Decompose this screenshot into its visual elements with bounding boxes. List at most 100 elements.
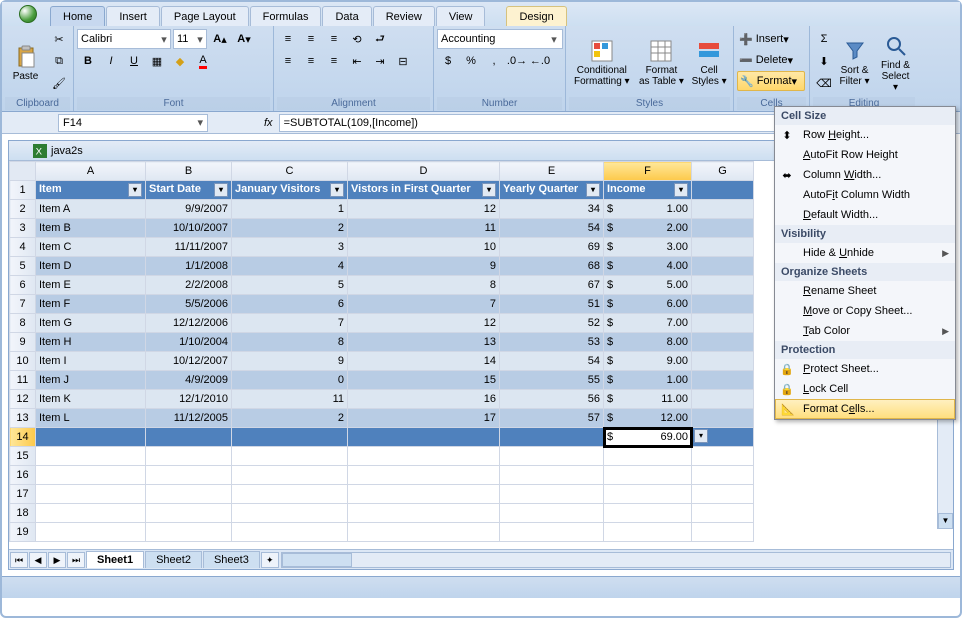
cell[interactable]: Item D <box>36 257 146 276</box>
cell[interactable] <box>348 523 500 542</box>
cell[interactable]: Item H <box>36 333 146 352</box>
cell[interactable]: 10/10/2007 <box>146 219 232 238</box>
menu-default-width[interactable]: Default Width... <box>775 205 955 225</box>
dropdown-icon[interactable]: ▾ <box>694 429 708 443</box>
cell[interactable]: 11/11/2007 <box>146 238 232 257</box>
cell[interactable]: 5 <box>232 276 348 295</box>
cell[interactable]: 8 <box>348 276 500 295</box>
cell[interactable] <box>692 352 754 371</box>
horizontal-scrollbar[interactable] <box>281 552 951 568</box>
cell[interactable]: 55 <box>500 371 604 390</box>
tab-data[interactable]: Data <box>322 6 371 26</box>
cell[interactable]: 8 <box>232 333 348 352</box>
font-color-button[interactable]: A <box>192 51 214 71</box>
cell[interactable]: 67 <box>500 276 604 295</box>
tab-review[interactable]: Review <box>373 6 435 26</box>
align-top-button[interactable]: ≡ <box>277 29 299 49</box>
sheet-nav-first[interactable]: ⏮ <box>10 552 28 568</box>
shrink-font-button[interactable]: A▾ <box>233 29 255 49</box>
decrease-indent-button[interactable]: ⇤ <box>346 51 368 71</box>
row-header-13[interactable]: 13 <box>10 409 36 428</box>
bold-button[interactable]: B <box>77 51 99 71</box>
cell[interactable]: $8.00 <box>604 333 692 352</box>
cell[interactable]: 54 <box>500 219 604 238</box>
sheet-nav-next[interactable]: ▶ <box>48 552 66 568</box>
cell[interactable] <box>500 504 604 523</box>
cell[interactable]: 10 <box>348 238 500 257</box>
copy-button[interactable]: ⧉ <box>48 51 70 71</box>
cell[interactable] <box>692 504 754 523</box>
cell[interactable] <box>500 523 604 542</box>
filter-icon[interactable]: ▾ <box>214 183 228 197</box>
cell[interactable] <box>692 523 754 542</box>
cell[interactable] <box>604 466 692 485</box>
cell[interactable]: Item K <box>36 390 146 409</box>
cell[interactable]: 68 <box>500 257 604 276</box>
menu-hide-unhide[interactable]: Hide & Unhide▶ <box>775 243 955 263</box>
cell[interactable] <box>36 466 146 485</box>
autosum-button[interactable]: Σ <box>813 29 835 49</box>
decrease-decimal-button[interactable]: ←.0 <box>529 51 551 71</box>
cell[interactable]: 11/12/2005 <box>146 409 232 428</box>
cell[interactable]: 6 <box>232 295 348 314</box>
row-header-4[interactable]: 4 <box>10 238 36 257</box>
tab-formulas[interactable]: Formulas <box>250 6 322 26</box>
menu-autofit-column[interactable]: AutoFit Column Width <box>775 185 955 205</box>
cell[interactable]: 57 <box>500 409 604 428</box>
cell[interactable] <box>604 447 692 466</box>
cell[interactable] <box>692 466 754 485</box>
filter-icon[interactable]: ▾ <box>482 183 496 197</box>
cell[interactable]: $3.00 <box>604 238 692 257</box>
cell[interactable] <box>348 504 500 523</box>
cell[interactable]: Item A <box>36 200 146 219</box>
cell[interactable]: Item G <box>36 314 146 333</box>
fill-button[interactable]: ⬇ <box>813 51 835 71</box>
table-header-cell[interactable]: Item▾ <box>36 181 146 200</box>
row-header-16[interactable]: 16 <box>10 466 36 485</box>
cell[interactable]: $6.00 <box>604 295 692 314</box>
cell[interactable]: Item C <box>36 238 146 257</box>
cell[interactable]: 9 <box>232 352 348 371</box>
cell[interactable]: 51 <box>500 295 604 314</box>
cell[interactable]: 4/9/2009 <box>146 371 232 390</box>
cell[interactable]: 1 <box>232 200 348 219</box>
cell[interactable] <box>692 447 754 466</box>
sheet-tab-sheet2[interactable]: Sheet2 <box>145 551 202 568</box>
row-header-2[interactable]: 2 <box>10 200 36 219</box>
cell[interactable]: 1/1/2008 <box>146 257 232 276</box>
filter-icon[interactable]: ▾ <box>330 183 344 197</box>
cell[interactable]: 11 <box>348 219 500 238</box>
col-header-B[interactable]: B <box>146 162 232 181</box>
cell[interactable]: 0 <box>232 371 348 390</box>
clear-button[interactable]: ⌫ <box>813 73 835 93</box>
menu-row-height[interactable]: ⬍Row Height... <box>775 125 955 145</box>
table-header-cell[interactable]: Yearly Quarter▾ <box>500 181 604 200</box>
menu-tab-color[interactable]: Tab Color▶ <box>775 321 955 341</box>
row-header-15[interactable]: 15 <box>10 447 36 466</box>
table-header-cell[interactable]: Start Date▾ <box>146 181 232 200</box>
format-cells-button[interactable]: 🔧 Format ▾ <box>737 71 805 91</box>
cell[interactable]: 52 <box>500 314 604 333</box>
col-header-C[interactable]: C <box>232 162 348 181</box>
row-header-17[interactable]: 17 <box>10 485 36 504</box>
fx-icon[interactable]: fx <box>264 117 273 129</box>
cell[interactable]: Item I <box>36 352 146 371</box>
cell[interactable]: Item L <box>36 409 146 428</box>
sort-filter-button[interactable]: Sort &Filter ▾ <box>835 29 874 97</box>
active-cell[interactable]: $69.00▾ <box>604 428 692 447</box>
cell[interactable] <box>36 485 146 504</box>
align-center-button[interactable]: ≡ <box>300 51 322 71</box>
cell[interactable] <box>348 466 500 485</box>
cell[interactable]: 34 <box>500 200 604 219</box>
cell[interactable] <box>692 409 754 428</box>
cell[interactable]: 17 <box>348 409 500 428</box>
row-header-3[interactable]: 3 <box>10 219 36 238</box>
cell[interactable] <box>146 504 232 523</box>
cell[interactable] <box>36 504 146 523</box>
cell[interactable] <box>692 371 754 390</box>
cell[interactable] <box>604 523 692 542</box>
spreadsheet-grid[interactable]: ABCDEFG1Item▾Start Date▾January Visitors… <box>9 161 754 542</box>
row-header-10[interactable]: 10 <box>10 352 36 371</box>
table-header-cell[interactable]: Income▾ <box>604 181 692 200</box>
tab-design[interactable]: Design <box>506 6 566 26</box>
